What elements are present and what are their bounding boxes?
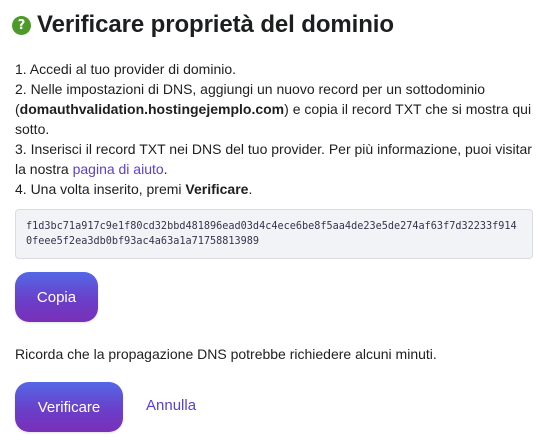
title-row: ? Verificare proprietà del dominio [12, 10, 394, 40]
page-title: Verificare proprietà del dominio [37, 11, 394, 38]
dns-propagation-note: Ricorda che la propagazione DNS potrebbe… [15, 346, 437, 362]
verify-button[interactable]: Verificare [15, 382, 123, 432]
txt-record-value[interactable]: f1d3bc71a917c9e1f80cd32bbd481896ead03d4c… [15, 209, 533, 259]
help-page-link[interactable]: pagina di aiuto [73, 161, 164, 177]
step-4-text-pre: 4. Una volta inserito, premi [15, 181, 186, 197]
cancel-link[interactable]: Annulla [146, 396, 196, 416]
instructions: 1. Accedi al tuo provider di dominio. 2.… [15, 59, 537, 199]
subdomain-name: domauthvalidation.hostingejemplo.com [19, 101, 285, 117]
help-icon[interactable]: ? [12, 15, 31, 35]
verify-keyword: Verificare [185, 181, 249, 197]
instruction-step-1: 1. Accedi al tuo provider di dominio. [15, 59, 537, 79]
copy-button[interactable]: Copia [15, 272, 98, 322]
step-1-text: 1. Accedi al tuo provider di dominio. [15, 61, 237, 77]
step-3-text-post: . [163, 161, 168, 177]
instruction-step-3: 3. Inserisci il record TXT nei DNS del t… [15, 139, 537, 179]
instruction-step-2: 2. Nelle impostazioni di DNS, aggiungi u… [15, 79, 537, 139]
instruction-step-4: 4. Una volta inserito, premi Verificare. [15, 179, 537, 199]
step-4-text-post: . [248, 181, 253, 197]
